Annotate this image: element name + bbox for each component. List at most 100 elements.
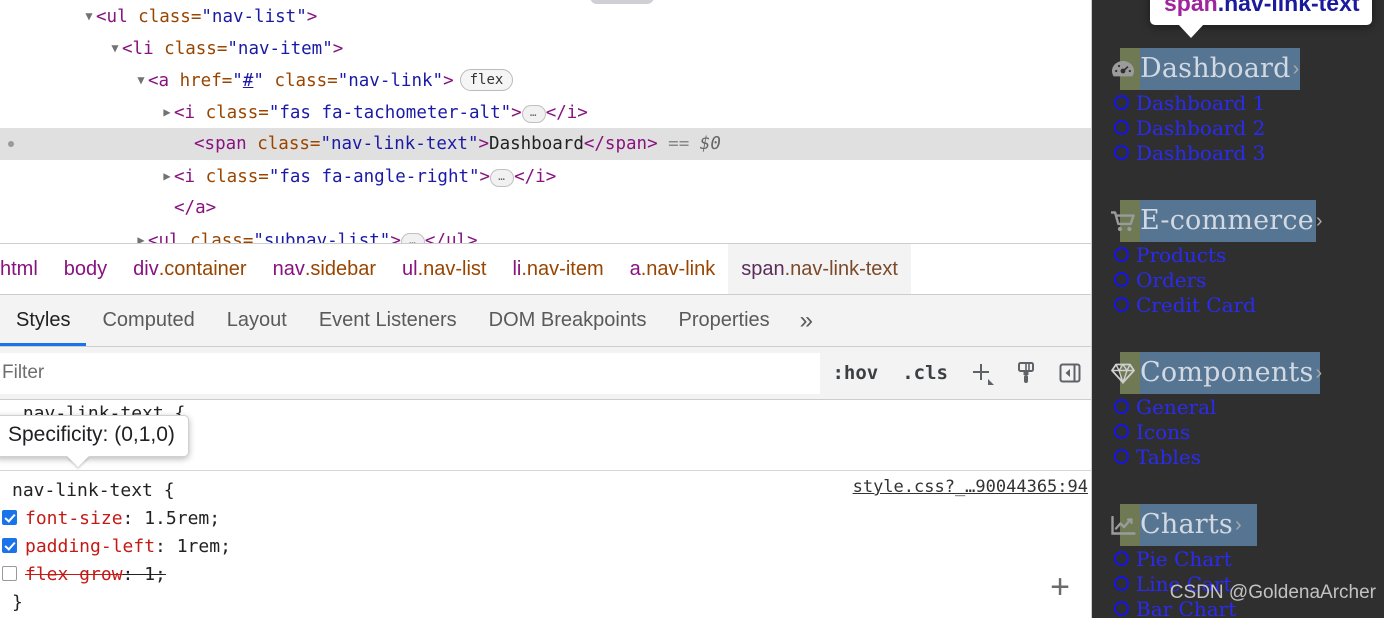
- breadcrumb-item-div[interactable]: div .container: [120, 244, 259, 294]
- expand-ellipsis-icon[interactable]: …: [521, 105, 546, 123]
- dom-node-row[interactable]: <i class="fas fa-angle-right">…</i>: [0, 160, 1091, 192]
- breadcrumb-item-a[interactable]: a .nav-link: [617, 244, 729, 294]
- dom-node-row[interactable]: <ul class="subnav-list">…</ul>: [0, 224, 1091, 243]
- dom-node-row[interactable]: <li class="nav-item">: [0, 32, 1091, 64]
- sidebar-tabs[interactable]: Styles Computed Layout Event Listeners DOM B…: [0, 295, 1091, 347]
- circle-icon: [1114, 399, 1129, 414]
- collapse-triangle-icon[interactable]: [108, 32, 122, 64]
- breadcrumb-class: .nav-link: [640, 257, 716, 280]
- href-link[interactable]: #: [243, 71, 254, 91]
- circle-icon: [1114, 145, 1129, 160]
- circle-icon: [1114, 551, 1129, 566]
- breadcrumb-item-html[interactable]: html: [0, 244, 51, 294]
- declaration-checkbox[interactable]: [2, 510, 17, 525]
- subnav-item[interactable]: Credit Card: [1092, 292, 1384, 317]
- declaration-text: font-size: 1.5rem;: [25, 505, 220, 533]
- dom-tree[interactable]: <ul class="nav-list"><li class="nav-item…: [0, 0, 1091, 243]
- computed-style-paintbrush-icon[interactable]: [1004, 351, 1048, 395]
- declaration-checkbox[interactable]: [2, 566, 17, 581]
- subnav-item[interactable]: Orders: [1092, 267, 1384, 292]
- subnav-item[interactable]: General: [1092, 394, 1384, 419]
- subnav-item-label: Orders: [1136, 267, 1207, 292]
- expand-ellipsis-icon[interactable]: …: [400, 233, 425, 243]
- subnav-item[interactable]: Pie Chart: [1092, 546, 1384, 571]
- subnav-item[interactable]: Dashboard 1: [1092, 90, 1384, 115]
- dom-token: <li: [122, 39, 165, 59]
- subnav-item[interactable]: Dashboard 3: [1092, 140, 1384, 165]
- breadcrumb-item-body[interactable]: body: [51, 244, 120, 294]
- subnav-item[interactable]: Dashboard 2: [1092, 115, 1384, 140]
- collapse-triangle-icon[interactable]: [134, 64, 148, 96]
- tab-computed[interactable]: Computed: [86, 295, 210, 346]
- tachometer-icon: [1110, 60, 1136, 78]
- dom-node-row[interactable]: </a>: [0, 192, 1091, 224]
- subnav-item-label: Products: [1136, 242, 1227, 267]
- dom-token: <i: [174, 167, 206, 187]
- new-style-rule-icon[interactable]: [960, 351, 1004, 395]
- circle-icon: [1114, 601, 1129, 616]
- stylesheet-source-link[interactable]: style.css?_…90044365:94: [853, 473, 1088, 501]
- dom-token: class=: [205, 167, 269, 187]
- expand-triangle-icon[interactable]: [160, 160, 174, 192]
- toggle-sidebar-icon[interactable]: [1048, 351, 1091, 395]
- css-value[interactable]: : 1;: [123, 564, 166, 585]
- nav-link-e-commerce[interactable]: E-commerce ›: [1092, 200, 1384, 242]
- dom-token: <ul: [148, 231, 191, 243]
- css-property[interactable]: flex grow: [25, 564, 123, 585]
- flex-badge[interactable]: flex: [459, 69, 514, 91]
- dom-token: "nav-link-text": [320, 134, 479, 154]
- nav-link-dashboard[interactable]: Dashboard ›: [1092, 48, 1384, 90]
- cls-button[interactable]: .cls: [890, 362, 960, 384]
- breadcrumb-item-span[interactable]: span .nav-link-text: [728, 244, 911, 294]
- dom-token: >: [306, 7, 318, 27]
- dom-node-row[interactable]: <i class="fas fa-tachometer-alt">…</i>: [0, 96, 1091, 128]
- breadcrumb-tag: a: [629, 257, 641, 280]
- css-value[interactable]: : 1.5rem;: [123, 508, 221, 529]
- css-property[interactable]: padding-left: [25, 536, 155, 557]
- breadcrumb-tag: div: [133, 257, 159, 280]
- specificity-tooltip-text: Specificity: (0,1,0): [8, 423, 175, 446]
- tab-styles[interactable]: Styles: [0, 295, 87, 346]
- subnav-item[interactable]: Tables: [1092, 444, 1384, 469]
- dom-token: $0: [699, 134, 721, 154]
- dom-token: <span: [194, 134, 258, 154]
- tab-dom-breakpoints[interactable]: DOM Breakpoints: [473, 295, 663, 346]
- gem-icon: [1110, 362, 1136, 384]
- dom-token: >: [443, 71, 454, 91]
- dom-node-row[interactable]: <a href="#" class="nav-link">flex: [0, 64, 1091, 96]
- expand-triangle-icon[interactable]: [134, 224, 148, 243]
- expand-ellipsis-icon[interactable]: …: [490, 169, 515, 187]
- breadcrumb-tag: nav: [272, 257, 305, 280]
- nav-link-components[interactable]: Components ›: [1092, 352, 1384, 394]
- tab-event-listeners[interactable]: Event Listeners: [303, 295, 473, 346]
- hov-button[interactable]: :hov: [820, 362, 890, 384]
- breadcrumb-item-li[interactable]: li .nav-item: [499, 244, 616, 294]
- breadcrumb-item-nav[interactable]: nav .sidebar: [260, 244, 389, 294]
- breadcrumb[interactable]: html body div .container nav .sidebar ul .nav-l…: [0, 243, 1091, 295]
- css-value[interactable]: : 1rem;: [155, 536, 231, 557]
- declaration-checkbox[interactable]: [2, 538, 17, 553]
- css-rule[interactable]: style.css?_…90044365:94 nav-link-text { …: [0, 471, 1091, 617]
- nav-link-charts[interactable]: Charts ›: [1092, 504, 1384, 546]
- breadcrumb-item-ul[interactable]: ul .nav-list: [389, 244, 499, 294]
- subnav-item[interactable]: Products: [1092, 242, 1384, 267]
- collapse-triangle-icon[interactable]: [82, 0, 96, 32]
- expand-triangle-icon[interactable]: [160, 96, 174, 128]
- subnav-item[interactable]: Icons: [1092, 419, 1384, 444]
- tab-properties[interactable]: Properties: [663, 295, 786, 346]
- filter-input[interactable]: [0, 352, 821, 394]
- css-property[interactable]: font-size: [25, 508, 123, 529]
- inspected-page-sidebar[interactable]: Dashboard › Dashboard 1 Dashboard 2 Dashboar…: [1092, 0, 1384, 618]
- css-declaration[interactable]: padding-left: 1rem;: [2, 533, 1091, 561]
- dom-token: class=: [138, 7, 202, 27]
- dom-token: </a>: [174, 198, 217, 218]
- subnav-item-label: Dashboard 2: [1136, 115, 1266, 140]
- add-declaration-icon[interactable]: +: [1050, 570, 1070, 604]
- inspector-tooltip-arrow: [1178, 24, 1204, 38]
- css-declaration[interactable]: font-size: 1.5rem;: [2, 505, 1091, 533]
- dom-node-row[interactable]: <span class="nav-link-text">Dashboard</s…: [0, 128, 1091, 160]
- tab-layout[interactable]: Layout: [211, 295, 303, 346]
- dom-node-row[interactable]: <ul class="nav-list">: [0, 0, 1091, 32]
- css-declaration[interactable]: flex grow: 1;: [2, 561, 1091, 589]
- tabs-overflow-icon[interactable]: »: [786, 295, 827, 346]
